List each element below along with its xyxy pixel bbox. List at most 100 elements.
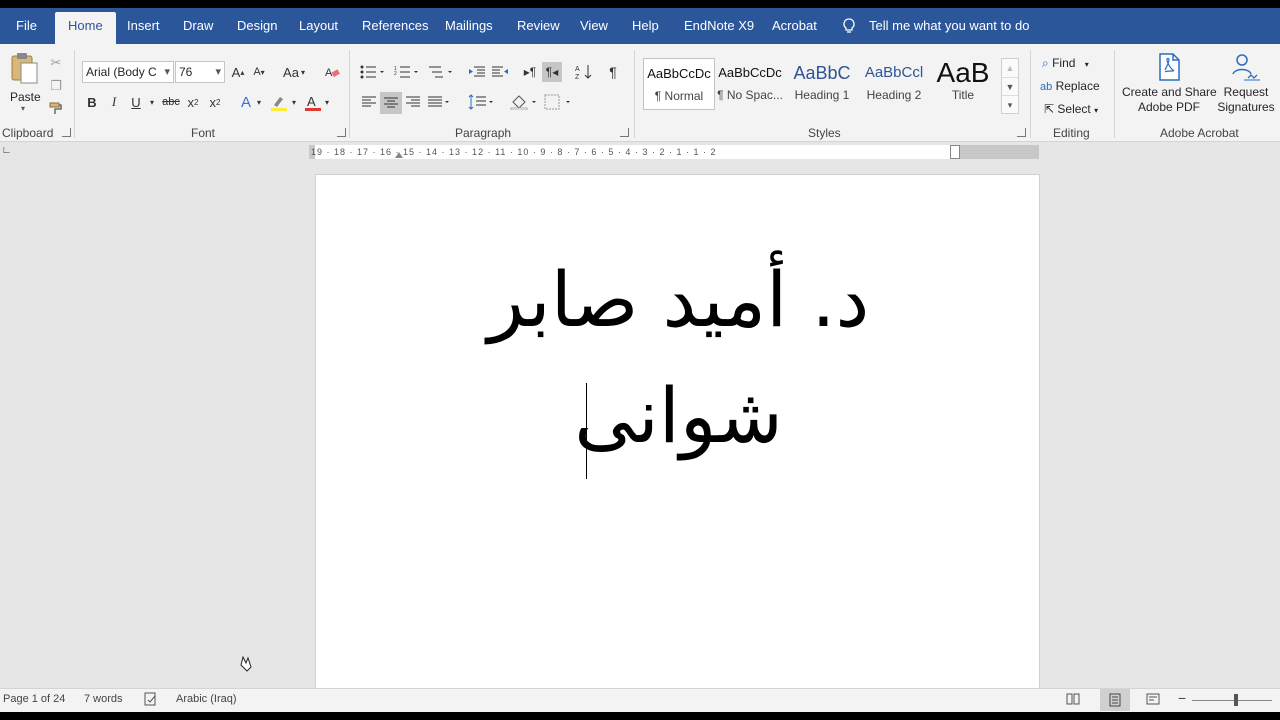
tab-mailings[interactable]: Mailings [443, 12, 495, 44]
tab-review[interactable]: Review [515, 12, 562, 44]
font-launcher-icon[interactable] [337, 128, 346, 137]
clipboard-launcher-icon[interactable] [62, 128, 71, 137]
style-no-spacing[interactable]: AaBbCcDc ¶ No Spac... [714, 58, 786, 110]
cut-icon[interactable]: ✂ [47, 54, 65, 72]
sort-icon[interactable]: AZ [574, 62, 594, 82]
font-color-dropdown-icon[interactable]: ▾ [323, 92, 331, 112]
horizontal-ruler[interactable]: 19 · 18 · 17 · 16 · 15 · 14 · 13 · 12 · … [309, 145, 1039, 159]
ribbon: Paste ▾ ✂ ❐ Clipboard Arial (Body C ▾ 76… [0, 44, 1280, 142]
select-button[interactable]: ⇱ Select ▾ [1044, 102, 1098, 116]
tab-references[interactable]: References [360, 12, 430, 44]
read-mode-icon[interactable] [1066, 692, 1080, 709]
change-case-button[interactable]: Aa ▾ [280, 62, 308, 82]
shrink-font-icon[interactable]: A ▾ [251, 62, 267, 82]
group-divider [349, 50, 350, 138]
style-normal[interactable]: AaBbCcDc ¶ Normal [643, 58, 715, 110]
tab-home[interactable]: Home [55, 12, 116, 44]
indent-marker-icon[interactable] [395, 152, 403, 158]
tab-help[interactable]: Help [630, 12, 661, 44]
bullets-button[interactable] [358, 62, 388, 82]
highlight-icon[interactable] [268, 92, 290, 114]
underline-button[interactable]: U [128, 92, 144, 112]
styles-launcher-icon[interactable] [1017, 128, 1026, 137]
tab-acrobat[interactable]: Acrobat [770, 12, 819, 44]
decrease-indent-icon[interactable] [467, 62, 487, 82]
align-center-icon[interactable] [380, 92, 402, 114]
strikethrough-button[interactable]: abc [161, 92, 181, 112]
tell-me-search[interactable]: Tell me what you want to do [842, 12, 1029, 40]
multilevel-list-button[interactable] [426, 62, 456, 82]
clear-formatting-icon[interactable]: A [322, 62, 342, 82]
text-effects-dropdown-icon[interactable]: ▾ [255, 92, 263, 112]
copy-icon[interactable]: ❐ [47, 77, 65, 95]
tab-endnote[interactable]: EndNote X9 [682, 12, 756, 44]
scroll-up-icon[interactable]: ▲ [1002, 59, 1018, 77]
shading-button[interactable] [508, 92, 540, 112]
bold-button[interactable]: B [84, 92, 100, 112]
borders-button[interactable] [542, 92, 574, 112]
grow-font-icon[interactable]: A ▴ [230, 62, 246, 82]
font-size-combo[interactable]: 76 ▾ [175, 61, 225, 83]
chevron-down-icon: ▾ [215, 66, 221, 78]
tab-insert[interactable]: Insert [125, 12, 162, 44]
tab-selector-icon[interactable]: ∟ [1, 145, 12, 157]
format-painter-icon[interactable] [47, 100, 65, 118]
superscript-button[interactable]: x2 [206, 92, 224, 112]
tab-file[interactable]: File [14, 12, 39, 44]
paragraph-launcher-icon[interactable] [620, 128, 629, 137]
scroll-down-icon[interactable]: ▼ [1002, 77, 1018, 95]
italic-button[interactable]: I [106, 92, 122, 112]
page-count[interactable]: Page 1 of 24 [3, 693, 65, 705]
line-spacing-button[interactable] [466, 92, 496, 112]
create-share-pdf-button[interactable]: Create and Share Adobe PDF [1122, 52, 1217, 115]
document-line-1[interactable]: د. أميد صابر [316, 255, 1041, 344]
style-heading-2[interactable]: AaBbCcl Heading 2 [858, 58, 930, 110]
web-layout-icon[interactable] [1146, 692, 1160, 709]
paste-label[interactable]: Paste [10, 90, 41, 104]
hanging-indent-icon[interactable] [950, 145, 960, 159]
increase-indent-icon[interactable] [490, 62, 510, 82]
style-title[interactable]: AaB Title [930, 58, 996, 110]
tab-view[interactable]: View [578, 12, 610, 44]
styles-gallery-scroll[interactable]: ▲ ▼ ▾ [1001, 58, 1019, 114]
text-effects-icon[interactable]: A [236, 92, 256, 112]
show-formatting-marks-icon[interactable]: ¶ [604, 62, 622, 82]
align-right-icon[interactable] [403, 92, 423, 112]
style-heading-1[interactable]: AaBbC Heading 1 [786, 58, 858, 110]
numbering-button[interactable]: 12 [392, 62, 422, 82]
change-case-label: Aa [283, 64, 299, 80]
lightbulb-icon [843, 18, 855, 33]
gallery-expand-icon[interactable]: ▾ [1002, 95, 1018, 113]
font-name-combo[interactable]: Arial (Body C ▾ [82, 61, 174, 83]
find-button[interactable]: ⌕ Find ▾ [1042, 56, 1089, 71]
request-signatures-button[interactable]: Request Signatures [1216, 52, 1276, 115]
document-page[interactable]: د. أميد صابر شوانى [315, 174, 1040, 704]
justify-button[interactable] [425, 92, 453, 112]
paste-button[interactable] [8, 50, 40, 86]
tab-design[interactable]: Design [235, 12, 279, 44]
paste-dropdown-icon[interactable]: ▾ [21, 104, 25, 113]
highlight-dropdown-icon[interactable]: ▾ [290, 92, 298, 112]
proofing-icon[interactable] [144, 692, 158, 709]
zoom-slider[interactable] [1192, 700, 1272, 701]
align-left-icon[interactable] [359, 92, 379, 112]
editing-group-label: Editing [1053, 126, 1090, 140]
rtl-direction-icon[interactable]: ¶◂ [542, 62, 562, 82]
style-preview: AaBbCcDc [647, 66, 711, 81]
style-name: Title [951, 88, 975, 102]
group-divider [1114, 50, 1115, 138]
document-line-2[interactable]: شوانى [316, 371, 1041, 460]
chevron-down-icon: ▾ [164, 66, 170, 78]
font-color-icon[interactable]: A [303, 92, 323, 114]
language-indicator[interactable]: Arabic (Iraq) [176, 693, 237, 705]
replace-button[interactable]: ab Replace [1040, 79, 1100, 93]
word-count[interactable]: 7 words [84, 693, 123, 705]
subscript-button[interactable]: x2 [184, 92, 202, 112]
tab-draw[interactable]: Draw [181, 12, 215, 44]
tab-layout[interactable]: Layout [297, 12, 340, 44]
zoom-out-button[interactable]: − [1178, 690, 1186, 706]
print-layout-icon[interactable] [1100, 689, 1130, 711]
underline-dropdown-icon[interactable]: ▾ [147, 92, 157, 112]
ltr-direction-icon[interactable]: ▸¶ [520, 62, 540, 82]
zoom-slider-handle[interactable] [1234, 694, 1238, 706]
